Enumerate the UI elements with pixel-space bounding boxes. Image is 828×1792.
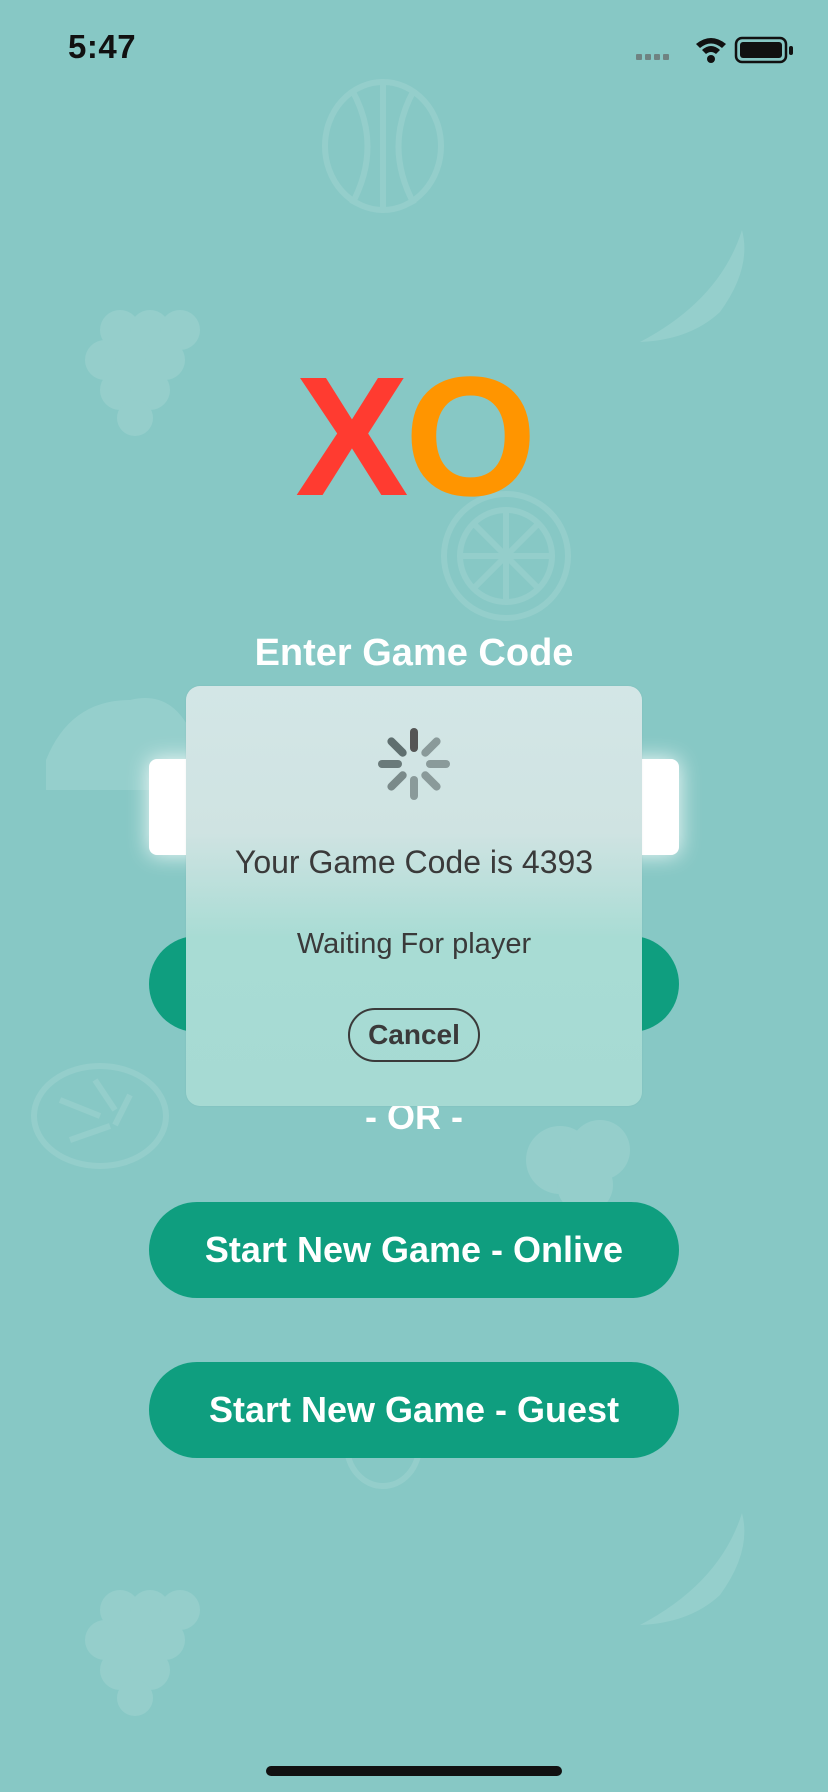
status-icons	[636, 36, 793, 64]
start-online-game-button[interactable]: Start New Game - Onlive	[149, 1202, 679, 1298]
logo-x: X	[295, 342, 408, 532]
signal-icon	[636, 54, 669, 60]
battery-icon	[734, 36, 793, 64]
status-bar: 5:47	[0, 0, 828, 100]
start-guest-game-button[interactable]: Start New Game - Guest	[149, 1362, 679, 1458]
status-time: 5:47	[68, 28, 137, 65]
enter-game-code-title: Enter Game Code	[254, 632, 574, 674]
waiting-message: Waiting For player	[296, 928, 532, 960]
waiting-dialog: Your Game Code is 4393 Waiting For playe…	[186, 686, 642, 1106]
app-logo: XO	[0, 352, 828, 522]
logo-o: O	[404, 342, 537, 532]
loading-spinner-icon	[378, 728, 450, 800]
wifi-icon	[696, 38, 726, 63]
home-indicator	[266, 1766, 562, 1776]
cancel-button[interactable]: Cancel	[348, 1008, 480, 1062]
game-code-message: Your Game Code is 4393	[234, 844, 594, 880]
